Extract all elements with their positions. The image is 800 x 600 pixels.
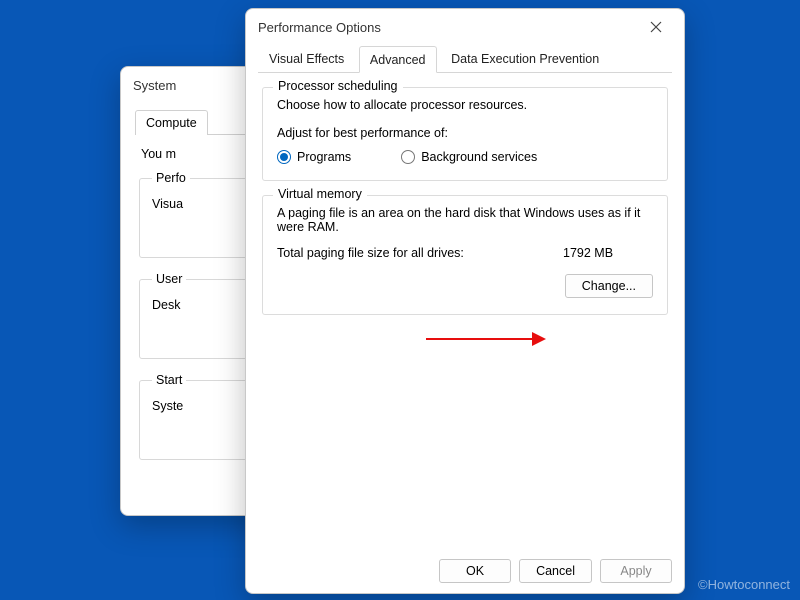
back-group-startup-legend: Start xyxy=(152,373,186,387)
watermark: ©Howtoconnect xyxy=(698,577,790,592)
back-group-userprofiles-legend: User xyxy=(152,272,186,286)
vm-desc: A paging file is an area on the hard dis… xyxy=(277,206,653,234)
group-processor-scheduling: Processor scheduling Choose how to alloc… xyxy=(262,87,668,181)
front-title: Performance Options xyxy=(258,20,640,35)
performance-options-window: Performance Options Visual Effects Advan… xyxy=(245,8,685,594)
cancel-button[interactable]: Cancel xyxy=(519,559,592,583)
close-icon[interactable] xyxy=(640,11,672,43)
group-virtual-memory: Virtual memory A paging file is an area … xyxy=(262,195,668,315)
radio-background-dot xyxy=(401,150,415,164)
vm-total-row: Total paging file size for all drives: 1… xyxy=(277,246,653,260)
vm-total-label: Total paging file size for all drives: xyxy=(277,246,563,260)
group-processor-scheduling-legend: Processor scheduling xyxy=(273,79,403,93)
proc-desc: Choose how to allocate processor resourc… xyxy=(277,98,653,112)
front-titlebar[interactable]: Performance Options xyxy=(246,9,684,45)
back-group-performance-legend: Perfo xyxy=(152,171,190,185)
vm-total-value: 1792 MB xyxy=(563,246,653,260)
change-button[interactable]: Change... xyxy=(565,274,653,298)
radio-programs[interactable]: Programs xyxy=(277,150,351,164)
front-tabstrip: Visual Effects Advanced Data Execution P… xyxy=(258,45,672,73)
back-tab-computer[interactable]: Compute xyxy=(135,110,208,135)
tab-visual-effects[interactable]: Visual Effects xyxy=(258,45,355,72)
tab-advanced[interactable]: Advanced xyxy=(359,46,437,73)
tab-dep[interactable]: Data Execution Prevention xyxy=(440,45,610,72)
proc-subhead: Adjust for best performance of: xyxy=(277,126,653,140)
radio-programs-label: Programs xyxy=(297,150,351,164)
proc-radios: Programs Background services xyxy=(277,150,653,164)
radio-background-label: Background services xyxy=(421,150,537,164)
apply-button[interactable]: Apply xyxy=(600,559,672,583)
radio-background[interactable]: Background services xyxy=(401,150,537,164)
radio-programs-dot xyxy=(277,150,291,164)
dialog-buttons: OK Cancel Apply xyxy=(439,559,672,583)
ok-button[interactable]: OK xyxy=(439,559,511,583)
group-virtual-memory-legend: Virtual memory xyxy=(273,187,367,201)
